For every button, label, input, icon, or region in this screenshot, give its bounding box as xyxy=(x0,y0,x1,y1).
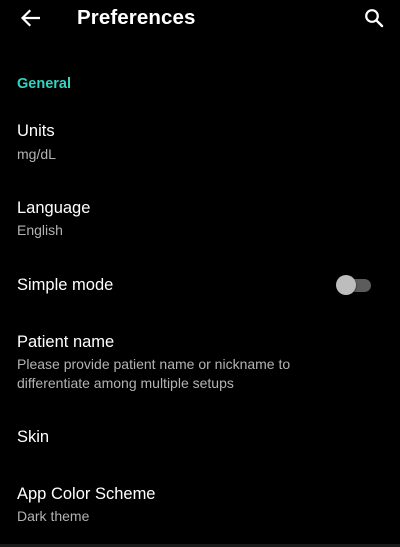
preference-language[interactable]: Language English xyxy=(0,186,400,252)
preference-simple-mode[interactable]: Simple mode xyxy=(0,262,400,308)
preference-summary: Please provide patient name or nickname … xyxy=(17,356,291,391)
page-title: Preferences xyxy=(77,6,196,29)
back-button[interactable] xyxy=(14,4,46,32)
arrow-back-icon xyxy=(20,9,40,27)
preference-title: Patient name xyxy=(17,333,115,351)
preference-summary: English xyxy=(17,222,63,238)
search-icon xyxy=(365,9,384,28)
preference-title: App Color Scheme xyxy=(17,485,156,503)
preference-title: Skin xyxy=(17,428,50,446)
preference-summary: Dark theme xyxy=(17,508,90,524)
preference-title: Language xyxy=(17,199,91,217)
preference-title: Simple mode xyxy=(17,276,114,294)
preference-app-color-scheme[interactable]: App Color Scheme Dark theme xyxy=(0,472,400,538)
preference-skin[interactable]: Skin xyxy=(0,414,400,460)
preference-summary: mg/dL xyxy=(17,146,56,162)
preference-patient-name[interactable]: Patient name Please provide patient name… xyxy=(0,320,400,396)
section-header-general: General xyxy=(17,76,71,92)
simple-mode-toggle[interactable] xyxy=(335,274,373,296)
toggle-thumb xyxy=(336,275,356,295)
preference-title: Units xyxy=(17,122,55,140)
search-button[interactable] xyxy=(360,4,388,32)
preference-units[interactable]: Units mg/dL xyxy=(0,108,400,174)
app-bar: Preferences xyxy=(0,0,400,38)
